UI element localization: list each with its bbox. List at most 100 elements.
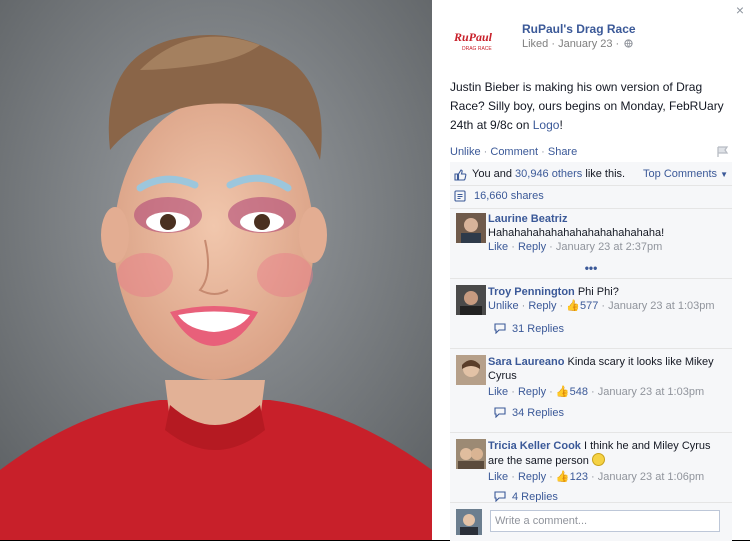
- comment-item: Troy Pennington Phi Phi? Unlike · Reply …: [450, 278, 732, 349]
- logo-subtext: DRAG RACE: [462, 46, 492, 52]
- comment-input[interactable]: [490, 510, 720, 532]
- page-name[interactable]: RuPaul's Drag Race: [522, 22, 636, 36]
- comment-line: Laurine Beatriz: [488, 212, 724, 226]
- reply-button[interactable]: Reply: [528, 300, 556, 312]
- comment-text: Hahahahahahahahahahahahahaha!: [488, 227, 665, 239]
- comment-body: Troy Pennington Phi Phi? Unlike · Reply …: [488, 285, 724, 313]
- separator-dot: ·: [556, 300, 567, 312]
- comment-author[interactable]: Tricia Keller Cook: [488, 440, 581, 452]
- comment-meta: Like · Reply · 👍548 · January 23 at 1:03…: [488, 385, 724, 399]
- top-comments-dropdown[interactable]: Top Comments ▼: [643, 168, 728, 180]
- comment-line: Sara Laureano Kinda scary it looks like …: [488, 355, 724, 383]
- like-count-value: 577: [579, 300, 599, 312]
- comment-item: Sara Laureano Kinda scary it looks like …: [450, 348, 732, 431]
- like-button[interactable]: Like: [488, 386, 508, 398]
- reply-button[interactable]: Reply: [518, 471, 546, 483]
- comment-composer: [450, 502, 732, 541]
- likes-others-link[interactable]: 30,946 others: [515, 168, 582, 180]
- comment-meta: Like · Reply · January 23 at 2:37pm: [488, 240, 724, 254]
- separator-dot: ·: [508, 386, 518, 398]
- comment-time[interactable]: January 23 at 1:06pm: [598, 471, 704, 483]
- comment-time[interactable]: January 23 at 1:03pm: [598, 386, 704, 398]
- post-photo[interactable]: [0, 0, 432, 540]
- comment-like-count[interactable]: 👍548: [556, 386, 588, 398]
- comment-button[interactable]: Comment: [490, 146, 538, 158]
- avatar[interactable]: [456, 285, 486, 315]
- report-flag-icon[interactable]: [716, 146, 730, 158]
- share-button[interactable]: Share: [548, 146, 577, 158]
- comment-item: Laurine Beatriz Hahahahahahahahahahahaha…: [450, 208, 732, 257]
- likes-prefix: You and: [472, 168, 516, 180]
- separator-dot: ·: [598, 300, 609, 312]
- separator-dot: ·: [541, 146, 548, 158]
- shares-row: 16,660 shares: [450, 185, 732, 206]
- comment-item: Tricia Keller Cook I think he and Miley …: [450, 432, 732, 513]
- caret-down-icon: ▼: [720, 170, 728, 179]
- avatar[interactable]: [456, 355, 486, 385]
- comment-body: Sara Laureano Kinda scary it looks like …: [488, 355, 724, 399]
- comment-body: Tricia Keller Cook I think he and Miley …: [488, 439, 724, 484]
- like-count-value: 123: [569, 471, 588, 483]
- avatar: [456, 509, 482, 535]
- shares-count[interactable]: 16,660 shares: [474, 190, 544, 202]
- comment-body: Laurine Beatriz Hahahahahahahahahahahaha…: [488, 212, 724, 254]
- likes-summary: You and 30,946 others like this.: [472, 168, 625, 180]
- comment-meta: Unlike · Reply · 👍577 · January 23 at 1:…: [488, 299, 724, 313]
- top-comments-label: Top Comments: [643, 168, 718, 180]
- reply-bubble-icon: [494, 407, 506, 419]
- post-text-end: !: [559, 118, 563, 132]
- comments-section: You and 30,946 others like this. Top Com…: [450, 162, 732, 512]
- globe-icon: [624, 39, 633, 48]
- thumbs-up-icon: 👍: [566, 300, 580, 312]
- page-logo[interactable]: RuPaul DRAG RACE: [452, 26, 498, 56]
- separator-dot: ·: [587, 386, 598, 398]
- post-text: Justin Bieber is making his own version …: [450, 78, 732, 135]
- thumbs-up-icon: [454, 169, 467, 181]
- smiley-icon: [591, 453, 605, 466]
- post-actions: Unlike · Comment · Share: [450, 146, 577, 158]
- comment-author[interactable]: Laurine Beatriz: [488, 213, 567, 225]
- unlike-button[interactable]: Unlike: [450, 146, 481, 158]
- post-panel: × RuPaul DRAG RACE RuPaul's Drag Race Li…: [432, 0, 750, 541]
- thumbs-up-icon: 👍: [555, 471, 570, 483]
- comment-like-count[interactable]: 👍577: [566, 300, 598, 312]
- replies-count: 31 Replies: [512, 323, 564, 335]
- reply-button[interactable]: Reply: [518, 386, 546, 398]
- unlike-button[interactable]: Unlike: [488, 300, 519, 312]
- like-button[interactable]: Like: [488, 241, 508, 253]
- reply-bubble-icon: [494, 323, 506, 335]
- more-comments-button[interactable]: •••: [450, 259, 732, 277]
- separator-dot: ·: [546, 471, 556, 483]
- reply-button[interactable]: Reply: [518, 241, 546, 253]
- comment-like-count[interactable]: 👍123: [556, 471, 588, 483]
- like-button[interactable]: Like: [488, 471, 508, 483]
- comment-meta: Like · Reply · 👍123 · January 23 at 1:06…: [488, 470, 724, 484]
- comment-line: Troy Pennington Phi Phi?: [488, 285, 724, 299]
- comment-line: Tricia Keller Cook I think he and Miley …: [488, 439, 724, 468]
- replies-link[interactable]: 34 Replies: [494, 407, 564, 419]
- share-icon: [454, 190, 466, 202]
- comment-author[interactable]: Sara Laureano: [488, 356, 564, 368]
- logo-link[interactable]: Logo: [533, 118, 560, 132]
- likes-suffix: like this.: [582, 168, 626, 180]
- logo-text: RuPaul: [453, 30, 493, 44]
- likes-row: You and 30,946 others like this. Top Com…: [450, 166, 732, 184]
- close-icon[interactable]: ×: [736, 2, 744, 18]
- comment-time[interactable]: January 23 at 1:03pm: [608, 300, 714, 312]
- avatar[interactable]: [456, 439, 486, 469]
- separator-dot: ·: [546, 241, 556, 253]
- post-meta-text: Liked · January 23 ·: [522, 38, 620, 50]
- comment-time[interactable]: January 23 at 2:37pm: [556, 241, 662, 253]
- comment-author[interactable]: Troy Pennington: [488, 286, 575, 298]
- separator-dot: ·: [508, 241, 518, 253]
- post-meta: Liked · January 23 ·: [522, 38, 633, 50]
- avatar[interactable]: [456, 213, 486, 243]
- replies-link[interactable]: 31 Replies: [494, 323, 564, 335]
- post-text-main: Justin Bieber is making his own version …: [450, 80, 724, 132]
- post-header: RuPaul DRAG RACE RuPaul's Drag Race Like…: [452, 20, 732, 60]
- separator-dot: ·: [546, 386, 556, 398]
- replies-count: 34 Replies: [512, 407, 564, 419]
- separator-dot: ·: [518, 300, 529, 312]
- reply-bubble-icon: [494, 491, 506, 503]
- comment-text: Phi Phi?: [577, 286, 619, 298]
